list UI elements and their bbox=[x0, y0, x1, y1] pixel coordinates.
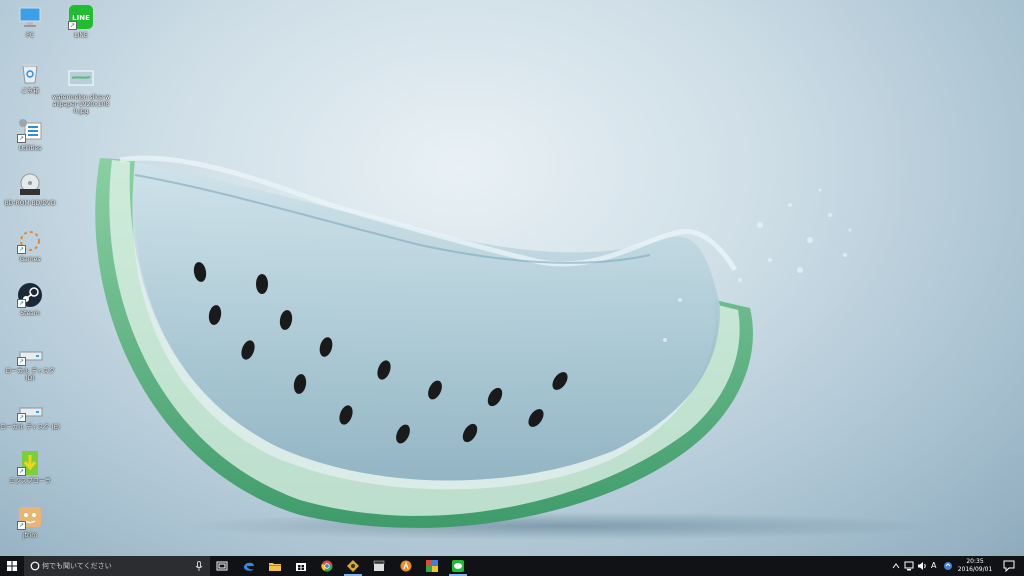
taskbar-app-badge[interactable] bbox=[341, 556, 365, 576]
steam-icon[interactable]: ↗ Steam bbox=[0, 282, 60, 317]
image-file-icon bbox=[68, 66, 94, 92]
edge-icon bbox=[244, 562, 254, 571]
line-taskbar-icon bbox=[452, 560, 464, 572]
jtrim-label: Jtrim bbox=[22, 532, 38, 539]
network-icon[interactable] bbox=[904, 561, 914, 571]
jtrim-app-icon: ↗ bbox=[17, 504, 43, 530]
photo-app-icon bbox=[426, 560, 438, 572]
download-arrow-icon: ↗ bbox=[17, 450, 43, 476]
wallpaper-file-label: watermelon slice-wallpaper-1920x1080.jpg bbox=[51, 94, 111, 115]
badge-app-icon bbox=[347, 560, 359, 572]
local-disk-d-label: ローカル ディスク (D) bbox=[5, 368, 55, 382]
shortcut-arrow-icon: ↗ bbox=[17, 413, 26, 422]
local-disk-e-label: ローカル ディスク (E) bbox=[0, 424, 60, 431]
avast-icon bbox=[400, 560, 412, 572]
watermelon-wallpaper bbox=[95, 155, 940, 540]
line-app-icon: LINE ↗ bbox=[68, 4, 94, 30]
shortcut-arrow-icon: ↗ bbox=[17, 357, 26, 366]
search-box[interactable]: 何でも聞いてください bbox=[24, 556, 210, 576]
local-disk-d-icon[interactable]: ↗ ローカル ディスク (D) bbox=[0, 340, 60, 382]
onedrive-icon[interactable] bbox=[943, 561, 953, 571]
task-view-icon bbox=[216, 561, 228, 571]
clock-date: 2016/09/01 bbox=[957, 566, 993, 573]
line-icon[interactable]: LINE ↗ LINE bbox=[51, 4, 111, 39]
utilities-label: Utilities bbox=[18, 145, 42, 152]
taskbar-avast[interactable] bbox=[394, 556, 418, 576]
clapperboard-icon bbox=[373, 560, 385, 571]
start-button[interactable] bbox=[0, 556, 24, 576]
bd-drive-label: BD-ROM BD/DVD bbox=[4, 200, 56, 207]
jtrim-icon[interactable]: ↗ Jtrim bbox=[0, 504, 60, 539]
search-placeholder: 何でも聞いてください bbox=[42, 562, 112, 570]
windows-logo-icon bbox=[7, 561, 17, 571]
line-label: LINE bbox=[74, 32, 88, 39]
volume-icon[interactable] bbox=[917, 561, 927, 571]
utilities-icon[interactable]: ↗ Utilities bbox=[0, 117, 60, 152]
taskbar-store[interactable] bbox=[289, 556, 313, 576]
wallpaper-file-icon[interactable]: watermelon slice-wallpaper-1920x1080.jpg bbox=[51, 66, 111, 115]
hard-drive-icon: ↗ bbox=[17, 396, 43, 422]
ime-indicator[interactable]: A bbox=[931, 561, 936, 570]
taskbar-movie-maker[interactable] bbox=[367, 556, 391, 576]
hard-drive-icon: ↗ bbox=[17, 340, 43, 366]
action-center-icon[interactable] bbox=[1003, 560, 1015, 572]
disc-drive-icon bbox=[17, 172, 43, 198]
shortcut-arrow-icon: ↗ bbox=[17, 467, 26, 476]
bd-drive-icon[interactable]: BD-ROM BD/DVD bbox=[0, 172, 60, 207]
folder-icon bbox=[269, 563, 281, 571]
cortana-icon bbox=[30, 561, 40, 571]
taskbar-photo-app[interactable] bbox=[420, 556, 444, 576]
steam-logo-icon: ↗ bbox=[17, 282, 43, 308]
steam-label: Steam bbox=[20, 310, 40, 317]
task-view-button[interactable] bbox=[210, 556, 234, 576]
watermelon-seed bbox=[256, 274, 268, 294]
shortcut-arrow-icon: ↗ bbox=[17, 134, 26, 143]
games-icon[interactable]: ↗ Games bbox=[0, 228, 60, 263]
taskbar: 何でも聞いてください A 20:35 2016/09/01 bbox=[0, 556, 1024, 576]
shortcut-arrow-icon: ↗ bbox=[17, 299, 26, 308]
taskbar-line[interactable] bbox=[446, 556, 470, 576]
show-hidden-icons-icon[interactable] bbox=[892, 562, 900, 570]
computer-icon bbox=[17, 4, 43, 30]
clock-time: 20:35 bbox=[966, 558, 984, 565]
games-folder-icon: ↗ bbox=[17, 228, 43, 254]
shortcut-arrow-icon: ↗ bbox=[17, 521, 26, 530]
taskbar-file-explorer[interactable] bbox=[263, 556, 287, 576]
microphone-icon[interactable] bbox=[195, 561, 203, 571]
chrome-icon bbox=[321, 560, 333, 572]
clock[interactable]: 20:35 2016/09/01 bbox=[955, 558, 995, 574]
shortcut-arrow-icon: ↗ bbox=[68, 21, 77, 30]
trash-icon bbox=[17, 60, 43, 86]
explorer-shortcut-icon[interactable]: ↗ エクスプローラ bbox=[0, 450, 60, 485]
shortcut-arrow-icon: ↗ bbox=[17, 245, 26, 254]
store-icon bbox=[296, 563, 306, 571]
desktop[interactable]: PC LINE ↗ LINE ごみ箱 watermelon slice-wall… bbox=[0, 0, 1024, 556]
explorer-shortcut-label: エクスプローラ bbox=[9, 478, 51, 485]
games-label: Games bbox=[19, 256, 41, 263]
taskbar-chrome[interactable] bbox=[315, 556, 339, 576]
taskbar-edge[interactable] bbox=[237, 556, 261, 576]
local-disk-e-icon[interactable]: ↗ ローカル ディスク (E) bbox=[0, 396, 60, 431]
utilities-folder-icon: ↗ bbox=[17, 117, 43, 143]
